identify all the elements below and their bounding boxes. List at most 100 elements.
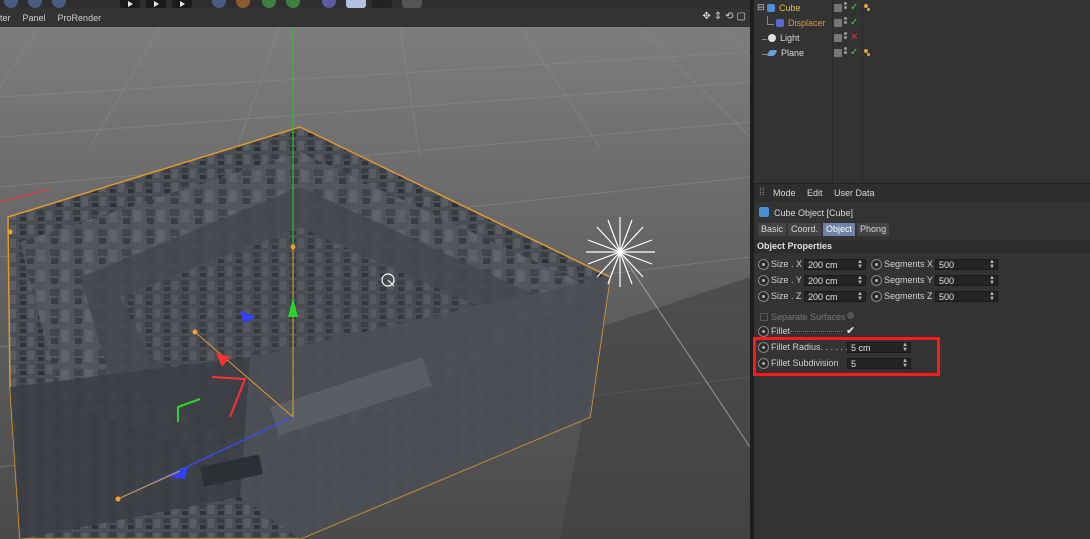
spinner-icon[interactable]: ▲ ▼ [857, 275, 863, 286]
floor-tool-icon[interactable] [346, 0, 366, 8]
segments-z-field[interactable]: 500 ▲ ▼ [935, 291, 998, 302]
tab-basic[interactable]: Basic [758, 223, 787, 236]
spinner-icon[interactable]: ▲ ▼ [989, 291, 995, 302]
edit-render-settings-icon[interactable] [172, 0, 192, 8]
menu-panel[interactable]: Panel [23, 13, 46, 23]
spline-tool-icon[interactable] [236, 0, 250, 8]
size-x-field[interactable]: 200 cm ▲ ▼ [804, 259, 866, 270]
toggle-view-icon[interactable]: ▢ [737, 11, 746, 22]
separate-surfaces-checkbox[interactable] [847, 312, 854, 319]
check-icon[interactable]: ✓ [850, 17, 858, 28]
object-name: Cube [779, 3, 801, 13]
menu-edit[interactable]: Edit [807, 188, 823, 198]
collapse-icon[interactable]: ⊟ [757, 2, 765, 13]
move-view-icon[interactable]: ✥ [702, 11, 710, 22]
menu-user-data[interactable]: User Data [834, 188, 875, 198]
menu-prorender[interactable]: ProRender [58, 13, 102, 23]
spinner-icon[interactable]: ▲ ▼ [989, 275, 995, 286]
segments-x-field[interactable]: 500 ▲ ▼ [935, 259, 998, 270]
segments-x-label: Segments X [884, 259, 934, 269]
check-icon[interactable]: ✓ [850, 2, 858, 13]
menu-filter[interactable]: lter [0, 13, 11, 23]
light-tool-icon[interactable] [402, 0, 422, 8]
section-header: Object Properties [754, 240, 1090, 253]
animate-radio-icon[interactable] [871, 259, 882, 270]
fillet-label: Fillet [771, 326, 791, 336]
object-row-displacer[interactable]: Displacer ✓ [754, 16, 1090, 31]
size-y-label: Size . Y [771, 275, 802, 285]
size-y-value: 200 cm [808, 276, 838, 286]
animate-radio-icon[interactable] [758, 326, 769, 337]
check-icon[interactable]: ✓ [850, 47, 858, 58]
fillet-checkbox[interactable]: ✔ [846, 324, 855, 337]
object-manager: ⊟ Cube ✓ Displacer ✓ Light ✕ Plane ✓ [754, 0, 1090, 183]
separate-surfaces-label: Separate Surfaces [771, 312, 846, 322]
segments-z-value: 500 [939, 292, 955, 302]
segments-y-field[interactable]: 500 ▲ ▼ [935, 275, 998, 286]
deformer-tool-icon[interactable] [322, 0, 336, 8]
visibility-dots-icon[interactable] [844, 17, 848, 27]
3d-viewport[interactable] [0, 27, 750, 539]
viewport-scene [0, 27, 750, 539]
menu-mode[interactable]: Mode [773, 188, 796, 198]
segments-x-value: 500 [939, 260, 955, 270]
spinner-icon[interactable]: ▲ ▼ [857, 291, 863, 302]
main-toolbar [0, 0, 752, 9]
tab-phong[interactable]: Phong [857, 223, 890, 236]
animate-radio-icon[interactable] [758, 259, 769, 270]
viewport-navigation: ✥ ⇕ ⟲ ▢ [702, 11, 746, 22]
size-z-value: 200 cm [808, 292, 838, 302]
animate-radio-icon[interactable] [758, 275, 769, 286]
animate-radio-icon[interactable] [871, 291, 882, 302]
size-y-field[interactable]: 200 cm ▲ ▼ [804, 275, 866, 286]
segments-y-value: 500 [939, 276, 955, 286]
attribute-menu-bar: ⁞⁞ Mode Edit User Data [754, 183, 1090, 202]
visibility-dots-icon[interactable] [844, 32, 848, 42]
spinner-icon[interactable]: ▲ ▼ [989, 259, 995, 270]
animate-radio-icon[interactable] [871, 275, 882, 286]
object-name: Plane [781, 48, 805, 58]
dolly-view-icon[interactable]: ⇕ [714, 11, 722, 22]
camera-tool-icon[interactable] [372, 0, 392, 8]
grip-icon[interactable]: ⁞⁞ [759, 187, 765, 198]
object-row-light[interactable]: Light ✕ [754, 31, 1090, 46]
segments-z-label: Segments Z [884, 291, 933, 301]
layer-icon[interactable] [834, 19, 842, 27]
object-row-plane[interactable]: Plane ✓ [754, 46, 1090, 61]
light-icon [768, 34, 776, 42]
layer-icon[interactable] [834, 49, 842, 57]
size-y-row: Size . Y 200 cm ▲ ▼ Segments Y 500 ▲ ▼ [754, 274, 1090, 287]
size-z-row: Size . Z 200 cm ▲ ▼ Segments Z 500 ▲ ▼ [754, 290, 1090, 303]
displacer-icon [776, 19, 784, 27]
size-x-label: Size . X [771, 259, 803, 269]
object-row-cube[interactable]: ⊟ Cube ✓ [754, 1, 1090, 16]
size-x-value: 200 cm [808, 260, 838, 270]
animate-radio-icon[interactable] [758, 291, 769, 302]
cross-icon[interactable]: ✕ [850, 32, 858, 43]
visibility-dots-icon[interactable] [844, 2, 848, 12]
attribute-tabs: Basic Coord. Object Phong [758, 223, 890, 236]
layer-icon[interactable] [834, 4, 842, 12]
tool-icon[interactable] [52, 0, 66, 8]
object-name: Displacer [788, 18, 826, 28]
tab-object[interactable]: Object [823, 223, 856, 236]
plane-icon [766, 50, 778, 56]
render-view-icon[interactable] [120, 0, 140, 8]
highlight-annotation-box [753, 337, 940, 376]
rotate-view-icon[interactable]: ⟲ [725, 11, 733, 22]
tab-coord[interactable]: Coord. [788, 223, 822, 236]
cube-tool-icon[interactable] [212, 0, 226, 8]
size-z-label: Size . Z [771, 291, 802, 301]
layer-icon[interactable] [834, 34, 842, 42]
section-title: Object Properties [757, 241, 833, 251]
nurbs-tool-icon[interactable] [262, 0, 276, 8]
size-z-field[interactable]: 200 cm ▲ ▼ [804, 291, 866, 302]
visibility-dots-icon[interactable] [844, 47, 848, 57]
render-picture-icon[interactable] [146, 0, 166, 8]
spinner-icon[interactable]: ▲ ▼ [857, 259, 863, 270]
array-tool-icon[interactable] [286, 0, 300, 8]
tool-icon[interactable] [28, 0, 42, 8]
cube-object-icon [759, 207, 769, 217]
cube-icon [767, 4, 775, 12]
tool-icon[interactable] [4, 0, 18, 8]
